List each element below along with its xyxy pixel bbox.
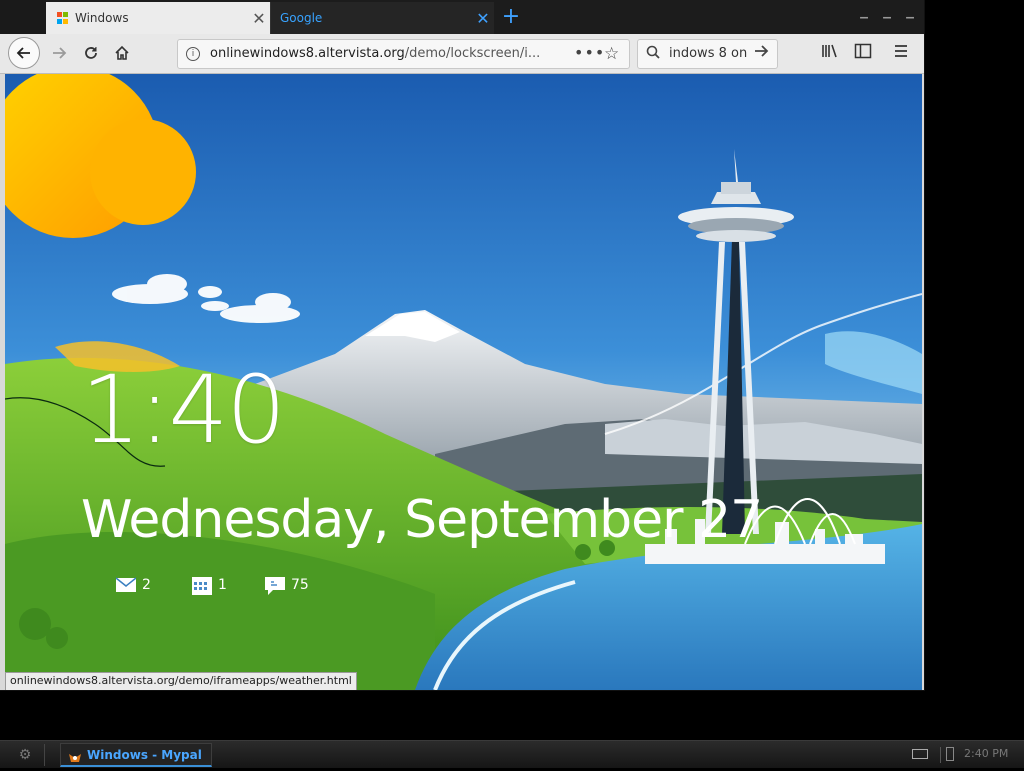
calendar-icon [192,577,212,595]
maximize-icon[interactable]: ▁ [880,8,894,20]
navigation-toolbar: i onlinewindows8.altervista.org/demo/loc… [0,34,924,74]
windows-logo-icon [57,12,69,24]
url-path: /demo/lockscreen/i... [404,46,541,61]
address-bar[interactable]: i onlinewindows8.altervista.org/demo/loc… [177,39,630,69]
start-menu-icon[interactable]: ⚙ [6,744,45,766]
taskbar-item-label: Windows - Mypal [87,748,202,762]
url-text[interactable]: onlinewindows8.altervista.org/demo/locks… [210,46,570,61]
forward-arrow-icon[interactable] [44,38,74,68]
close-icon[interactable]: ▁ [903,8,917,20]
tab-label: Google [280,11,323,25]
search-bar[interactable]: indows 8 on [637,39,778,69]
calendar-count: 1 [218,577,227,593]
tab-label: Windows [75,11,129,25]
page-actions-icon[interactable]: ••• [574,43,605,62]
lockscreen-date: Wednesday, September 27 [81,490,763,550]
calendar-notification: 1 [192,574,227,596]
messaging-count: 75 [291,577,309,593]
taskbar-clock[interactable]: 2:40 PM [964,747,1008,760]
menu-icon[interactable] [893,43,909,63]
tab-strip: Windows ✕ Google ✕ + ▁ ▁ ▁ [0,0,924,34]
search-input[interactable]: indows 8 on [669,46,753,61]
close-tab-icon[interactable]: ✕ [248,9,270,28]
browser-window: Windows ✕ Google ✕ + ▁ ▁ ▁ i onlinewindo… [0,0,924,690]
home-icon[interactable] [107,38,137,68]
minimize-icon[interactable]: ▁ [857,8,871,20]
lockscreen-time: 1:40 [81,356,286,465]
mail-count: 2 [142,577,151,593]
mail-notification: 2 [116,574,151,596]
back-arrow-icon[interactable] [8,37,40,69]
messaging-notification: 75 [265,574,309,596]
taskbar-item-mypal[interactable]: Windows - Mypal [60,743,212,767]
bookmark-star-icon[interactable]: ☆ [604,44,619,64]
messaging-icon [265,577,285,595]
link-status-bar: onlinewindows8.altervista.org/demo/ifram… [5,672,357,690]
keyboard-icon[interactable] [912,749,928,759]
close-tab-icon[interactable]: ✕ [472,9,494,28]
url-host: onlinewindows8.altervista.org [210,46,405,61]
go-arrow-icon[interactable] [753,43,769,64]
sidebar-icon[interactable] [854,43,872,63]
plus-icon[interactable]: + [499,5,523,29]
taskbar: ⚙ Windows - Mypal 2:40 PM [0,740,1024,768]
mypal-app-icon [68,749,82,762]
battery-icon[interactable] [946,747,954,761]
tab-windows[interactable]: Windows ✕ [46,2,270,34]
mail-icon [116,577,136,593]
search-icon [646,45,660,63]
reload-icon[interactable] [76,38,106,68]
tab-google[interactable]: Google ✕ [270,2,494,34]
tray-divider [940,747,941,763]
tab-strip-spacer [0,0,46,34]
lockscreen-page[interactable]: 1:40 Wednesday, September 27 2 1 75 onli… [5,74,922,690]
info-icon[interactable]: i [186,47,200,61]
library-icon[interactable] [821,43,839,63]
